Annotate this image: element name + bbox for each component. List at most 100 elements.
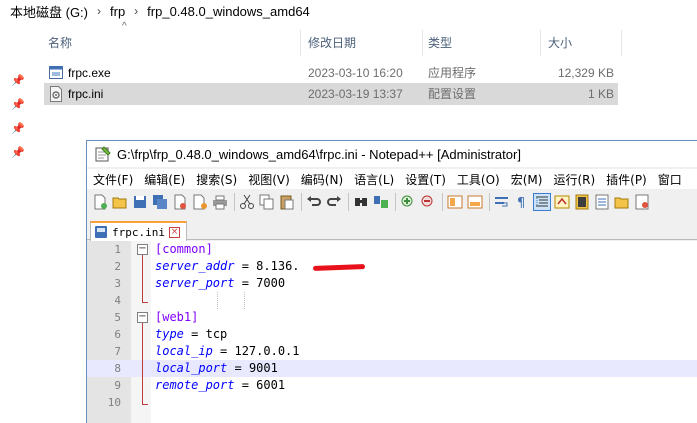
file-type: 配置设置 [428,87,477,101]
menu-tools[interactable]: 工具(O) [451,171,505,188]
menu-language[interactable]: 语言(L) [348,171,399,188]
close-icon[interactable]: × [168,226,180,238]
print-icon[interactable] [212,194,228,210]
fold-collapse-icon[interactable]: − [137,244,148,255]
column-divider[interactable] [621,30,622,56]
pin-icon[interactable]: 📌 [11,99,25,111]
breadcrumb-frp[interactable]: frp [110,4,125,19]
fold-range-end [142,404,148,405]
menu-run[interactable]: 运行(R) [547,171,600,188]
open-file-icon[interactable] [112,194,128,210]
code-line[interactable]: 10 [87,394,697,411]
menu-view[interactable]: 视图(V) [242,171,295,188]
code-line[interactable]: 1 [common] [87,241,697,258]
column-divider[interactable] [300,30,301,56]
toolbar-separator [301,193,302,211]
tab-frpc-ini[interactable]: frpc.ini × [90,221,187,241]
redo-icon[interactable] [326,194,342,210]
file-row-frpc-exe[interactable]: frpc.exe 2023-03-10 16:20 应用程序 12,329 KB [44,62,618,84]
indent-guide-icon[interactable] [533,193,551,211]
breadcrumb-drive[interactable]: 本地磁盘 (G:) [10,2,88,21]
column-divider[interactable] [422,30,423,56]
toolbar-separator [234,193,235,211]
column-header-name[interactable]: 名称 [44,30,300,56]
config-value: tcp [205,327,228,341]
cut-icon[interactable] [239,194,255,210]
code-line[interactable]: 2 server_addr = 8.136. [87,258,697,275]
sync-vertical-icon[interactable] [447,194,463,210]
fold-range-line [142,323,143,405]
word-wrap-icon[interactable] [494,194,510,210]
menu-settings[interactable]: 设置(T) [399,171,451,188]
code-line[interactable]: 4 [87,292,697,309]
file-type: 应用程序 [428,66,477,80]
function-list-icon[interactable] [594,194,610,210]
chevron-right-icon[interactable]: › [134,4,138,18]
config-key: server_addr [155,259,235,273]
column-header-date[interactable]: 修改日期 [304,30,422,56]
code-line[interactable]: 3 server_port = 7000 [87,275,697,292]
code-line[interactable]: 5 [web1] [87,309,697,326]
save-icon[interactable] [132,194,148,210]
doc-map-icon[interactable] [574,194,590,210]
paste-icon[interactable] [279,194,295,210]
pin-icon[interactable]: 📌 [11,123,25,135]
menu-encoding[interactable]: 编码(N) [295,171,348,188]
menu-edit[interactable]: 编辑(E) [138,171,190,188]
code-line[interactable]: 8 local_port = 9001 [87,360,697,377]
line-number: 10 [107,396,121,409]
svg-text:¶: ¶ [517,196,525,210]
menu-window[interactable]: 窗口 [652,171,687,188]
replace-icon[interactable] [373,194,389,210]
column-header-type[interactable]: 类型 [424,30,540,56]
notepad-plus-plus-window: G:\frp\frp_0.48.0_windows_amd64\frpc.ini… [86,140,697,423]
fold-collapse-icon[interactable]: − [137,312,148,323]
monitoring-icon[interactable] [634,194,650,210]
folder-workspace-icon[interactable] [614,194,630,210]
line-content: remote_port = 6001 [155,377,285,394]
copy-icon[interactable] [259,194,275,210]
pin-icon[interactable]: 📌 [11,75,25,87]
equals-sign: = [183,327,206,341]
line-number: 7 [114,345,121,358]
sync-horizontal-icon[interactable] [467,194,483,210]
breadcrumb-folder[interactable]: frp_0.48.0_windows_amd64 [147,4,310,19]
config-key: remote_port [155,378,235,392]
code-line[interactable]: 9 remote_port = 6001 [87,377,697,394]
code-line[interactable]: 7 local_ip = 127.0.0.1 [87,343,697,360]
zoom-in-icon[interactable] [400,194,416,210]
close-file-icon[interactable] [172,194,188,210]
equals-sign: = [234,259,257,273]
code-editor[interactable]: 1 [common] 2 server_addr = 8.136. 3 server_po… [87,241,697,423]
column-divider[interactable] [540,30,541,56]
file-row-frpc-ini[interactable]: frpc.ini 2023-03-19 13:37 配置设置 1 KB [44,83,618,105]
menu-macro[interactable]: 宏(M) [505,171,548,188]
show-all-chars-icon[interactable]: ¶ [514,194,530,210]
save-all-icon[interactable] [152,194,168,210]
undo-icon[interactable] [306,194,322,210]
code-line[interactable]: 6 type = tcp [87,326,697,343]
pin-icon[interactable]: 📌 [11,147,25,159]
line-content: server_addr = 8.136. [155,258,300,275]
menu-plugins[interactable]: 插件(P) [600,171,652,188]
line-number: 9 [114,379,121,392]
new-file-icon[interactable] [92,194,108,210]
tab-label: frpc.ini [112,225,165,239]
title-bar[interactable]: G:\frp\frp_0.48.0_windows_amd64\frpc.ini… [87,141,697,167]
equals-sign: = [234,276,257,290]
user-define-lang-icon[interactable] [554,194,570,210]
toolbar-separator [348,193,349,211]
menu-search[interactable]: 搜索(S) [190,171,242,188]
line-number: 4 [114,294,121,307]
equals-sign: = [212,344,235,358]
config-key: local_ip [155,344,213,358]
close-all-icon[interactable] [192,194,208,210]
column-header-size[interactable]: 大小 [544,30,622,56]
menu-bar: 文件(F) 编辑(E) 搜索(S) 视图(V) 编码(N) 语言(L) 设置(T… [87,169,697,189]
zoom-out-icon[interactable] [420,194,436,210]
section-header: [web1] [155,310,199,324]
chevron-right-icon[interactable]: › [97,4,101,18]
line-number: 5 [114,311,121,324]
menu-file[interactable]: 文件(F) [87,171,138,188]
find-icon[interactable] [353,194,369,210]
